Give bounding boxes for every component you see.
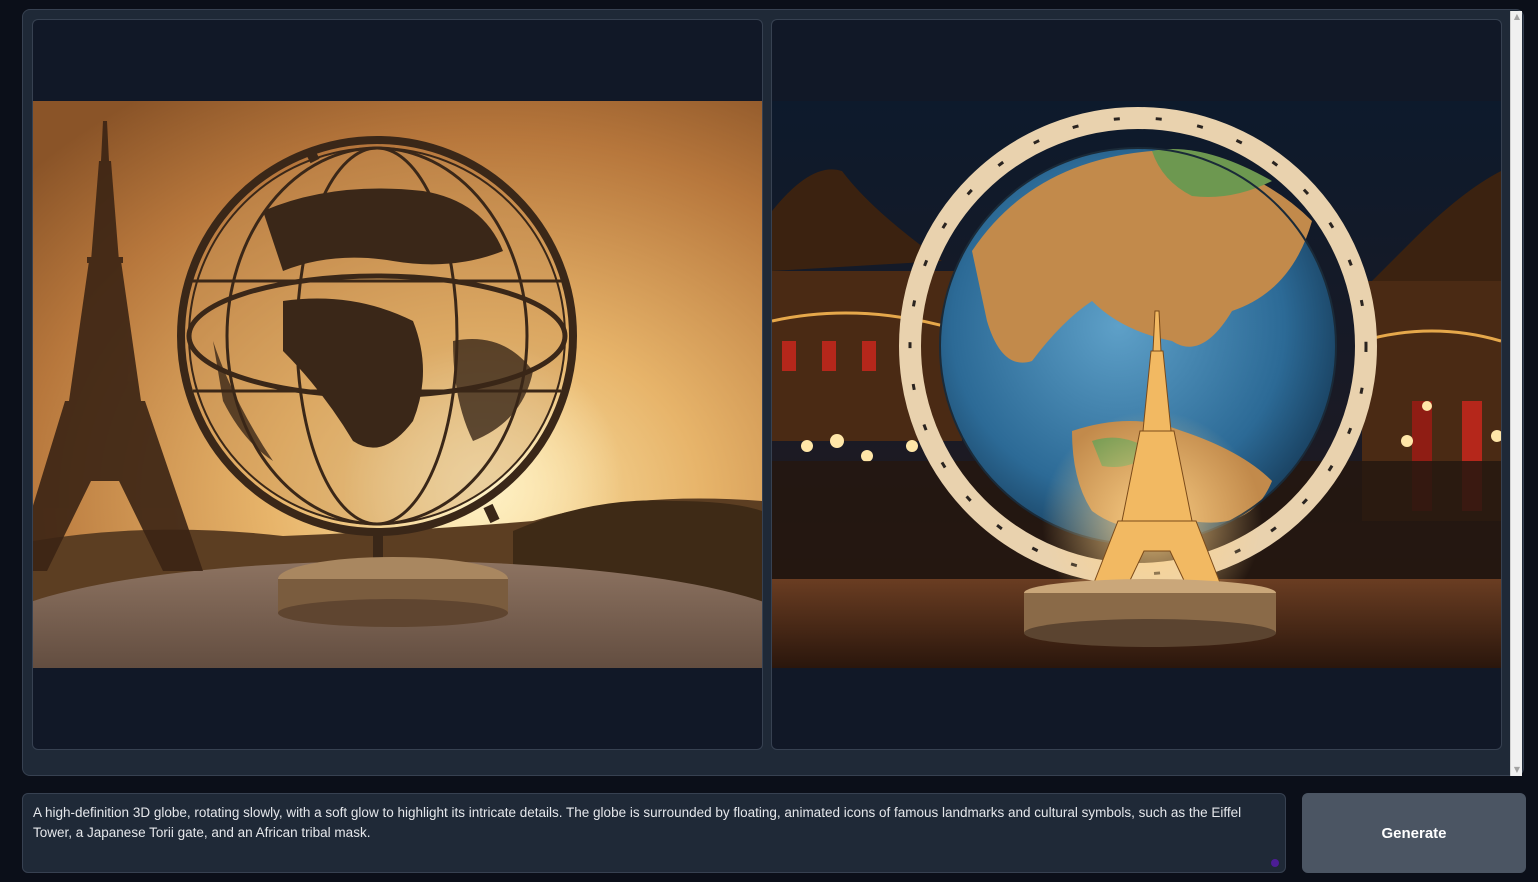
status-dot-icon — [1271, 859, 1279, 867]
generated-image-2[interactable] — [772, 101, 1501, 668]
generated-image-1[interactable] — [33, 101, 762, 668]
image-globe-sunset — [33, 101, 762, 668]
scroll-down-icon[interactable]: ▼ — [1511, 764, 1523, 776]
scroll-up-icon[interactable]: ▲ — [1511, 11, 1523, 23]
gallery-item-1[interactable] — [32, 19, 763, 750]
generate-button[interactable]: Generate — [1302, 793, 1526, 873]
gallery-item-2[interactable] — [771, 19, 1502, 750]
prompt-text: A high-definition 3D globe, rotating slo… — [33, 805, 1242, 840]
image-gallery: ▲ ▼ — [22, 9, 1524, 776]
prompt-textarea[interactable]: A high-definition 3D globe, rotating slo… — [22, 793, 1286, 873]
gallery-scrollbar[interactable]: ▲ ▼ — [1510, 11, 1522, 776]
image-globe-night — [772, 101, 1501, 668]
